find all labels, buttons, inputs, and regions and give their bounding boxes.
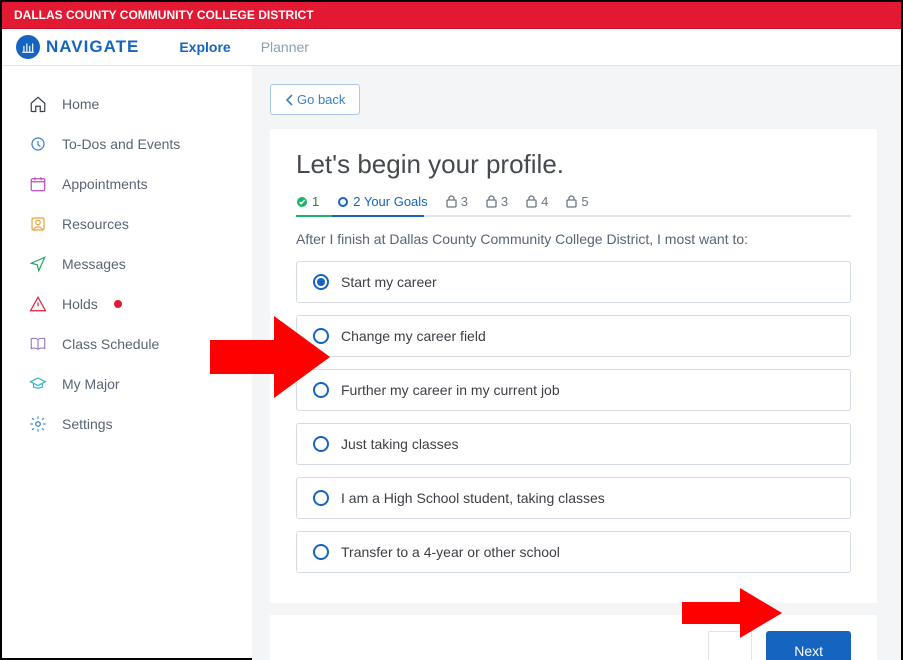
calendar-icon (28, 174, 48, 194)
profile-card: Let's begin your profile. 1 2 Your Goals… (270, 129, 877, 603)
radio-icon (313, 382, 329, 398)
sidebar-item-resources[interactable]: Resources (2, 204, 252, 244)
sidebar-item-label: Holds (62, 296, 98, 312)
step-underline (296, 215, 851, 217)
option-label: Start my career (341, 274, 437, 290)
global-nav: NAVIGATE Explore Planner (2, 29, 901, 66)
sidebar-item-label: Settings (62, 416, 113, 432)
prev-button[interactable] (708, 631, 752, 660)
lock-icon (566, 195, 577, 208)
todos-icon (28, 134, 48, 154)
lock-icon (446, 195, 457, 208)
option-label: Just taking classes (341, 436, 459, 452)
radio-icon (313, 544, 329, 560)
tab-explore[interactable]: Explore (179, 35, 230, 59)
radio-icon (313, 328, 329, 344)
sidebar-item-settings[interactable]: Settings (2, 404, 252, 444)
nav-tabs: Explore Planner (179, 35, 309, 59)
home-icon (28, 94, 48, 114)
go-back-button[interactable]: Go back (270, 84, 360, 115)
step-5: 4 (526, 194, 548, 209)
sidebar-item-appointments[interactable]: Appointments (2, 164, 252, 204)
step-indicator: 1 2 Your Goals 3 3 4 (296, 194, 851, 209)
option-highschool[interactable]: I am a High School student, taking class… (296, 477, 851, 519)
radio-icon (313, 490, 329, 506)
footer-actions: Next (270, 615, 877, 660)
send-icon (28, 254, 48, 274)
grad-cap-icon (28, 374, 48, 394)
option-further-career[interactable]: Further my career in my current job (296, 369, 851, 411)
sidebar-item-label: Messages (62, 256, 126, 272)
next-button[interactable]: Next (766, 631, 851, 660)
main-content: Go back Let's begin your profile. 1 2 Yo… (252, 66, 901, 660)
org-topbar: DALLAS COUNTY COMMUNITY COLLEGE DISTRICT (2, 2, 901, 29)
sidebar-item-label: Appointments (62, 176, 148, 192)
go-back-label: Go back (297, 92, 345, 107)
option-start-career[interactable]: Start my career (296, 261, 851, 303)
brand-logo-icon (16, 35, 40, 59)
page-title: Let's begin your profile. (296, 149, 851, 180)
tab-planner[interactable]: Planner (261, 35, 309, 59)
lock-icon (486, 195, 497, 208)
step-6: 5 (566, 194, 588, 209)
option-label: Further my career in my current job (341, 382, 560, 398)
step-2[interactable]: 2 Your Goals (337, 194, 427, 209)
sidebar-item-schedule[interactable]: Class Schedule (2, 324, 252, 364)
sidebar-item-messages[interactable]: Messages (2, 244, 252, 284)
step-3: 3 (446, 194, 468, 209)
option-label: Change my career field (341, 328, 486, 344)
notification-dot-icon (114, 300, 122, 308)
resources-icon (28, 214, 48, 234)
brand[interactable]: NAVIGATE (16, 35, 139, 59)
option-label: I am a High School student, taking class… (341, 490, 605, 506)
sidebar: Home To-Dos and Events Appointments Reso… (2, 66, 252, 660)
sidebar-item-label: To-Dos and Events (62, 136, 180, 152)
alert-icon (28, 294, 48, 314)
org-name: DALLAS COUNTY COMMUNITY COLLEGE DISTRICT (14, 8, 314, 22)
sidebar-item-label: Class Schedule (62, 336, 159, 352)
lock-icon (526, 195, 537, 208)
radio-icon (313, 436, 329, 452)
sidebar-item-label: My Major (62, 376, 120, 392)
book-icon (28, 334, 48, 354)
gear-icon (28, 414, 48, 434)
option-label: Transfer to a 4-year or other school (341, 544, 560, 560)
sidebar-item-label: Resources (62, 216, 129, 232)
sidebar-item-label: Home (62, 96, 99, 112)
chevron-left-icon (285, 94, 293, 106)
sidebar-item-todos[interactable]: To-Dos and Events (2, 124, 252, 164)
radio-icon (313, 274, 329, 290)
sidebar-item-holds[interactable]: Holds (2, 284, 252, 324)
option-transfer[interactable]: Transfer to a 4-year or other school (296, 531, 851, 573)
sidebar-item-home[interactable]: Home (2, 84, 252, 124)
step-1[interactable]: 1 (296, 194, 319, 209)
sidebar-item-major[interactable]: My Major (2, 364, 252, 404)
option-change-field[interactable]: Change my career field (296, 315, 851, 357)
question-prompt: After I finish at Dallas County Communit… (296, 231, 851, 247)
check-circle-icon (296, 196, 308, 208)
brand-name: NAVIGATE (46, 37, 139, 57)
circle-icon (337, 196, 349, 208)
step-4: 3 (486, 194, 508, 209)
option-taking-classes[interactable]: Just taking classes (296, 423, 851, 465)
